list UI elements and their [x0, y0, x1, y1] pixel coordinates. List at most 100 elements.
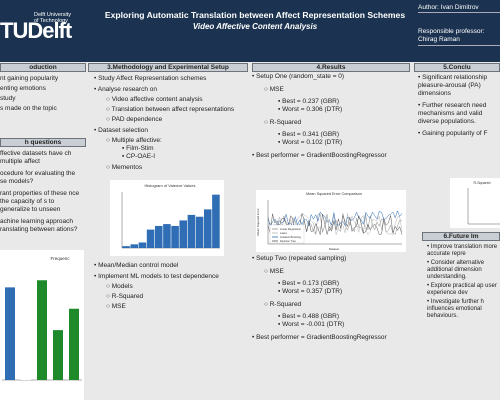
future-item: • Explore practical ap user experience d…: [427, 283, 497, 296]
histogram-bar: [195, 216, 204, 248]
r2-worst: ▪ Worst = 0.102 (DTR): [278, 139, 343, 146]
histogram-bar: [163, 224, 171, 248]
poster-header: TUDelft Delft University of Technology E…: [0, 0, 500, 62]
histogram-bar: [154, 225, 163, 248]
r2-label: ○ R-Squared: [264, 301, 302, 308]
setup-two-label: • Setup Two (repeated sampling): [252, 255, 347, 262]
best-performer: • Best performer = GradientBoostingRegre…: [252, 334, 387, 341]
r2-label: ○ R-Squared: [264, 119, 302, 126]
professor-name: Chirag Raman: [418, 36, 460, 43]
method-subitem: ○ R-Squared: [106, 293, 144, 300]
x-axis-label: Dataset: [329, 247, 340, 251]
frequency-bar: [21, 301, 31, 380]
rq-item: ocedure for evaluating the se models?: [0, 170, 76, 185]
r-squared-chart: R-Squared: [450, 178, 500, 228]
r2-worst: ▪ Worst = -0.001 (DTR): [278, 321, 345, 328]
divider: [418, 12, 500, 13]
chart-title: Mean Squared Error Comparison: [306, 192, 362, 196]
frequency-chart: Frequenc: [0, 250, 84, 400]
method-subitem: ○ PAD dependence: [106, 116, 163, 123]
frequency-bar: [53, 330, 63, 380]
rq-item: ffective datasets have ch multiple affec…: [0, 150, 72, 165]
dataset-subsublist: ▪ Film-Stim ▪ CP-OAE-I: [106, 145, 244, 161]
intro-item: s made on the topic: [0, 105, 57, 112]
frequency-bar: [5, 287, 15, 380]
method-item: • Implement ML models to test dependence: [94, 273, 219, 280]
chart-title: Frequenc: [50, 256, 70, 261]
histogram-bar: [146, 229, 155, 248]
r2-best: ▪ Best = 0.341 (GBR): [278, 131, 340, 138]
legend-label: Gradient Boosting: [280, 235, 301, 239]
legend-label: Linear Regression: [280, 227, 302, 231]
mse-best: ▪ Best = 0.237 (GBR): [278, 98, 340, 105]
histogram-bar: [171, 225, 179, 248]
setup-one-label: • Setup One (random_state = 0): [252, 73, 345, 80]
section-future-title: 6.Future Im: [422, 232, 500, 241]
legend-label: Decision Tree: [280, 239, 296, 243]
frequency-bar: [37, 280, 47, 380]
histogram-bar: [212, 194, 220, 248]
section-results-title: 4.Results: [252, 63, 410, 72]
intro-item: nt gaining popularity: [0, 75, 59, 82]
r2-values: ▪ Best = 0.341 (GBR) ▪ Worst = 0.102 (DT…: [264, 131, 410, 147]
intro-item: enting emotions: [0, 85, 46, 92]
valence-histogram: Histogram of Valence Values: [110, 180, 224, 256]
frequency-bar: [69, 308, 79, 380]
mse-comparison-chart: Mean Squared Error Comparison Dataset Me…: [256, 190, 406, 252]
future-work-list: • Improve translation more accurate repr…: [427, 244, 500, 320]
dataset-subitem: ○ Mementos: [106, 164, 143, 171]
method-sublist: ○ Models ○ R-Squared ○ MSE: [94, 283, 244, 311]
method-item: • Dataset selection: [94, 127, 148, 134]
future-item: • Improve translation more accurate repr…: [427, 244, 498, 257]
conclusions-list: • Significant relationship pleasure-arou…: [418, 74, 500, 138]
poster-subtitle: Video Affective Content Analysis: [192, 22, 318, 31]
methodology-text-2: • Mean/Median control model • Implement …: [94, 262, 244, 311]
chart-title: Histogram of Valence Values: [145, 183, 196, 188]
method-sublist: ○ Video affective content analysis ○ Tra…: [94, 96, 244, 124]
mse-best: ▪ Best = 0.173 (GBR): [278, 280, 340, 287]
section-introduction-title: oduction: [0, 63, 86, 72]
method-item: • Study Affect Representation schemes: [94, 75, 207, 82]
professor-title: Responsible professor:: [418, 28, 485, 35]
conclusion-item: • Gaining popularity of F: [418, 130, 488, 137]
rq-item: rant properties of these nce the capacit…: [0, 190, 80, 213]
professor-label: Responsible professor: Chirag Raman: [418, 28, 484, 44]
results-setup-one: • Setup One (random_state = 0) ○ MSE ▪ B…: [252, 73, 410, 160]
method-subitem: ○ MSE: [106, 303, 126, 310]
intro-item: study: [0, 95, 16, 102]
introduction-list: nt gaining popularity enting emotions st…: [0, 75, 86, 113]
section-conclusions-title: 5.Conclu: [414, 63, 500, 72]
divider: [418, 45, 500, 46]
r2-best: ▪ Best = 0.488 (GBR): [278, 313, 340, 320]
method-subitem: ○ Models: [106, 283, 133, 290]
conclusion-item: • Further research need mechanisms and v…: [418, 102, 487, 125]
setup-two-details: ○ MSE ▪ Best = 0.173 (GBR) ▪ Worst = 0.3…: [252, 268, 410, 329]
best-performer: • Best performer = GradientBoostingRegre…: [252, 152, 387, 159]
author-label: Author: Ivan Dimitrov: [418, 4, 479, 11]
dataset-item: ▪ Film-Stim: [122, 145, 154, 152]
r2-values: ▪ Best = 0.488 (GBR) ▪ Worst = -0.001 (D…: [264, 313, 410, 329]
future-item: • Consider alternative additional dimens…: [427, 260, 485, 280]
mse-values: ▪ Best = 0.173 (GBR) ▪ Worst = 0.357 (DT…: [264, 280, 410, 296]
logo-university: Delft University of Technology: [34, 12, 71, 24]
section-methodology-title: 3.Methodology and Experimental Setup: [88, 63, 248, 72]
methodology-text: • Study Affect Representation schemes • …: [94, 75, 244, 172]
histogram-bar: [179, 220, 188, 248]
setup-one-details: ○ MSE ▪ Best = 0.237 (GBR) ▪ Worst = 0.3…: [252, 86, 410, 147]
histogram-bar: [130, 244, 139, 248]
chart-legend: Linear RegressionLassoGradient BoostingD…: [269, 224, 305, 244]
chart-title: R-Squared: [474, 181, 491, 185]
histogram-bar: [187, 214, 196, 248]
method-subitem: ○ Video affective content analysis: [106, 96, 203, 103]
dataset-subitem: ○ Multiple affective:: [106, 137, 162, 144]
tudelft-logo: TUDelft Delft University of Technology: [0, 4, 72, 54]
method-item: • Mean/Median control model: [94, 262, 179, 269]
poster-title: Exploring Automatic Translation between …: [104, 10, 406, 20]
mse-values: ▪ Best = 0.237 (GBR) ▪ Worst = 0.306 (DT…: [264, 98, 410, 114]
method-item: • Analyse research on: [94, 86, 157, 93]
results-setup-two: • Setup Two (repeated sampling) ○ MSE ▪ …: [252, 255, 410, 342]
y-axis-label: Mean Squared Error: [256, 208, 260, 235]
method-subitem: ○ Translation between affect representat…: [106, 106, 235, 113]
histogram-bar: [203, 209, 212, 248]
conclusion-item: • Significant relationship pleasure-arou…: [418, 74, 488, 97]
